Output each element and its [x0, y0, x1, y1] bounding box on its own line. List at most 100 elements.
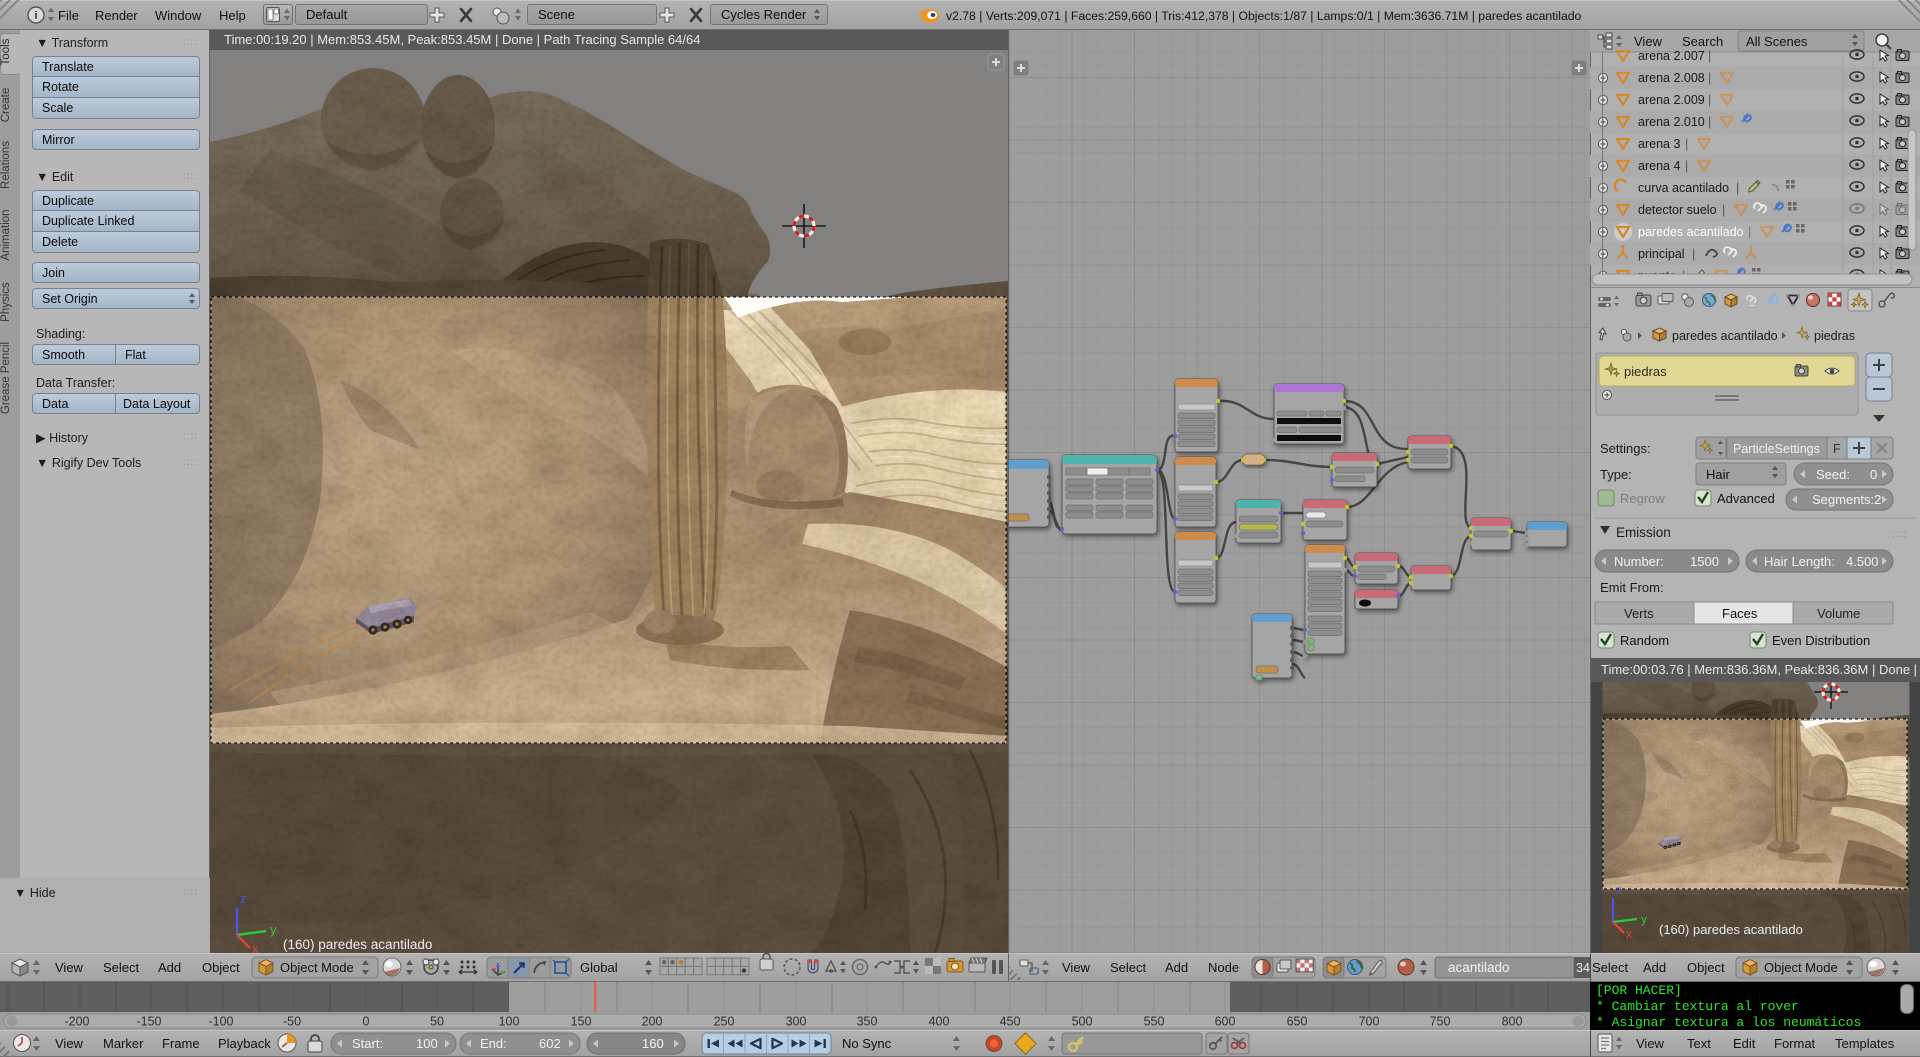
svg-text:Marker: Marker [103, 1036, 144, 1051]
svg-text:300: 300 [786, 1015, 807, 1029]
svg-text:Verts: Verts [1624, 606, 1654, 621]
svg-text:|: | [1685, 159, 1688, 173]
svg-text:100: 100 [499, 1015, 520, 1029]
svg-text:Faces: Faces [1722, 606, 1758, 621]
svg-text:View: View [55, 960, 84, 975]
svg-text:Even Distribution: Even Distribution [1772, 633, 1870, 648]
svg-text:|: | [1708, 115, 1711, 129]
svg-text:|: | [1708, 93, 1711, 107]
svg-text:(160) paredes acantilado: (160) paredes acantilado [283, 937, 432, 952]
svg-text:Search: Search [1682, 34, 1723, 49]
svg-text:Select: Select [1110, 960, 1147, 975]
svg-text:Random: Random [1620, 633, 1669, 648]
svg-text:200: 200 [642, 1015, 663, 1029]
svg-text:800: 800 [1502, 1015, 1523, 1029]
svg-text:View: View [1636, 1036, 1665, 1051]
svg-text:piedras: piedras [1814, 329, 1855, 343]
svg-text:602: 602 [539, 1036, 561, 1051]
svg-text:|: | [1736, 181, 1739, 195]
svg-text:Type:: Type: [1600, 467, 1632, 482]
svg-text:34: 34 [1576, 961, 1590, 975]
svg-text:|: | [1685, 137, 1688, 151]
svg-text:acantilado: acantilado [1448, 960, 1510, 975]
svg-text:piedras: piedras [1624, 364, 1667, 379]
svg-text:Global: Global [580, 960, 618, 975]
svg-text:Node: Node [1208, 960, 1239, 975]
svg-text:Add: Add [1165, 960, 1188, 975]
svg-text:500: 500 [1072, 1015, 1093, 1029]
svg-text:600: 600 [1215, 1015, 1236, 1029]
svg-text:Format: Format [1774, 1036, 1816, 1051]
svg-text:No Sync: No Sync [842, 1036, 892, 1051]
svg-text:Start:: Start: [352, 1036, 383, 1051]
svg-text:Edit: Edit [1733, 1036, 1756, 1051]
svg-text:Playback: Playback [218, 1036, 271, 1051]
svg-text:Seed:: Seed: [1816, 467, 1850, 482]
svg-text:F: F [1833, 442, 1841, 456]
svg-text:y: y [1641, 912, 1647, 926]
svg-text:::::: :::: [1892, 529, 1907, 540]
svg-text:Settings:: Settings: [1600, 441, 1651, 456]
svg-text:|: | [1708, 71, 1711, 85]
svg-text:-200: -200 [64, 1015, 89, 1029]
svg-text:arena 2.008: arena 2.008 [1638, 71, 1705, 85]
svg-text:x: x [252, 941, 259, 953]
svg-text:arena 4: arena 4 [1638, 159, 1680, 173]
svg-text:y: y [270, 922, 277, 937]
svg-text:Object Mode: Object Mode [280, 960, 354, 975]
svg-text:-100: -100 [208, 1015, 233, 1029]
svg-text:|: | [1722, 203, 1725, 217]
svg-text:arena 2.007: arena 2.007 [1638, 49, 1705, 63]
svg-text:paredes acantilado: paredes acantilado [1672, 329, 1778, 343]
svg-text:ParticleSettings: ParticleSettings [1733, 442, 1820, 456]
svg-text:650: 650 [1287, 1015, 1308, 1029]
svg-text:arena 3: arena 3 [1638, 137, 1680, 151]
svg-text:z: z [1616, 883, 1622, 897]
svg-text:(160) paredes acantilado: (160) paredes acantilado [1659, 922, 1803, 937]
svg-text:Hair Length:: Hair Length: [1764, 554, 1835, 569]
svg-text:Add: Add [158, 960, 181, 975]
svg-text:160: 160 [642, 1036, 664, 1051]
svg-text:principal: principal [1638, 247, 1685, 261]
svg-text:|: | [1708, 49, 1711, 63]
svg-text:250: 250 [714, 1015, 735, 1029]
svg-text:Add: Add [1643, 960, 1666, 975]
svg-text:700: 700 [1359, 1015, 1380, 1029]
svg-text:View: View [1634, 34, 1663, 49]
svg-text:Frame: Frame [162, 1036, 200, 1051]
svg-text:arena 2.010: arena 2.010 [1638, 115, 1705, 129]
svg-text:Object Mode: Object Mode [1764, 960, 1838, 975]
svg-text:|: | [1692, 247, 1695, 261]
svg-text:0: 0 [1870, 467, 1877, 482]
svg-text:All Scenes: All Scenes [1746, 34, 1808, 49]
svg-text:Object: Object [202, 960, 240, 975]
svg-text:View: View [55, 1036, 84, 1051]
svg-text:Select: Select [103, 960, 140, 975]
svg-text:0: 0 [363, 1015, 370, 1029]
svg-text:End:: End: [480, 1036, 507, 1051]
svg-text:450: 450 [1000, 1015, 1021, 1029]
svg-text:400: 400 [929, 1015, 950, 1029]
svg-text:100: 100 [416, 1036, 438, 1051]
svg-text:Text: Text [1687, 1036, 1711, 1051]
svg-text:50: 50 [430, 1015, 444, 1029]
svg-text:150: 150 [571, 1015, 592, 1029]
svg-text:detector suelo: detector suelo [1638, 203, 1717, 217]
svg-text:750: 750 [1430, 1015, 1451, 1029]
svg-text:Emit From:: Emit From: [1600, 580, 1664, 595]
svg-text:Advanced: Advanced [1717, 491, 1775, 506]
svg-text:|: | [1748, 225, 1751, 239]
svg-text:curva acantilado: curva acantilado [1638, 181, 1729, 195]
svg-text:Volume: Volume [1817, 606, 1860, 621]
svg-text:550: 550 [1144, 1015, 1165, 1029]
svg-text:4.500: 4.500 [1846, 554, 1879, 569]
svg-text:1500: 1500 [1690, 554, 1719, 569]
svg-text:Number:: Number: [1614, 554, 1664, 569]
svg-text:paredes acantilado: paredes acantilado [1638, 225, 1744, 239]
svg-text:i: i [34, 10, 37, 22]
svg-text:z: z [240, 891, 247, 906]
svg-text:Segments:2: Segments:2 [1812, 492, 1881, 507]
svg-text:arena 2.009: arena 2.009 [1638, 93, 1705, 107]
svg-text:x: x [1626, 927, 1632, 941]
svg-text:View: View [1062, 960, 1091, 975]
